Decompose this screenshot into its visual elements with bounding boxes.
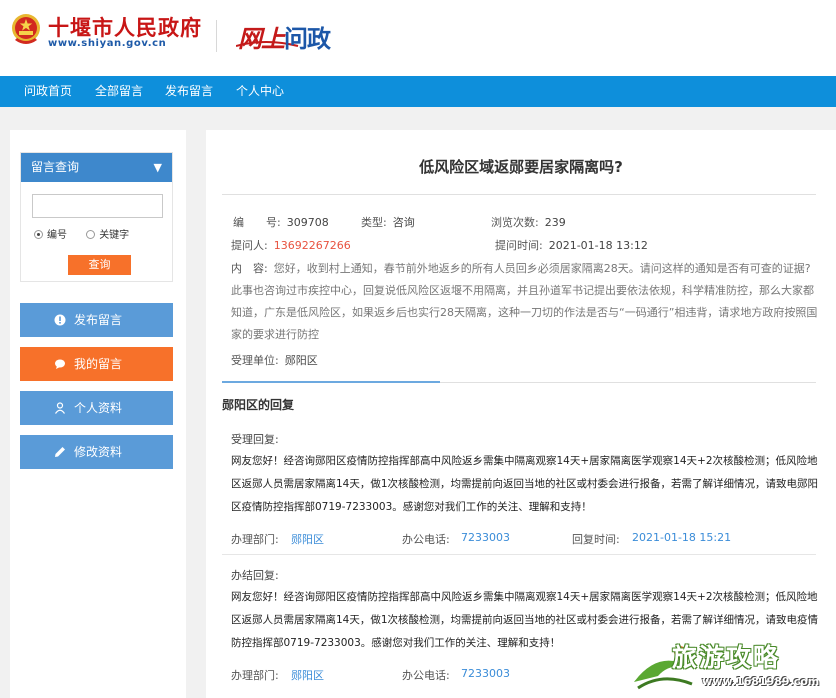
title-divider — [222, 194, 816, 195]
nav-home[interactable]: 问政首页 — [24, 76, 72, 107]
final-dept-label: 办理部门: — [231, 669, 279, 682]
post-message-button[interactable]: 发布留言 — [20, 303, 173, 337]
meta-unit-label: 受理单位: — [231, 354, 279, 367]
nav-post-message[interactable]: 发布留言 — [165, 76, 213, 107]
radio-number[interactable] — [34, 229, 43, 239]
accept-reply-label: 受理回复: — [231, 433, 279, 446]
user-icon — [55, 402, 65, 414]
radio-number-label: 编号 — [47, 230, 67, 241]
query-panel: 留言查询 ▼ 编号 关键字 查询 — [20, 152, 173, 282]
meta-time: 提问时间: 2021-01-18 13:12 — [495, 237, 648, 253]
question-content: 内 容: 您好，收到村上通知，春节前外地返乡的所有人员回乡必须居家隔离28天。请问… — [231, 258, 819, 346]
article-title: 低风险区域返郧要居家隔离吗? — [419, 158, 623, 176]
radio-keyword-label: 关键字 — [99, 230, 130, 241]
meta-views: 浏览次数: 239 — [491, 214, 566, 230]
logo-text-part1: 网上 — [238, 24, 285, 53]
sidebar: 留言查询 ▼ 编号 关键字 查询 发布留言 我的留言 个人资料 修改资料 — [10, 130, 186, 698]
personal-info-button[interactable]: 个人资料 — [20, 391, 173, 425]
query-button[interactable]: 查询 — [68, 255, 131, 275]
chat-bubble-icon — [55, 359, 65, 369]
meta-number-value: 309708 — [286, 216, 329, 229]
search-input[interactable] — [32, 194, 163, 218]
final-phone-value: 7233003 — [461, 667, 510, 680]
exclamation-circle-icon — [54, 314, 66, 326]
wenzheng-logo[interactable]: 网上问政 — [236, 16, 396, 56]
final-reply-label: 办结回复: — [231, 569, 279, 582]
personal-info-label: 个人资料 — [74, 401, 123, 415]
site-header: 十堰市人民政府 www.shiyan.gov.cn 网上问政 — [0, 0, 836, 76]
meta-number-label: 编 号: — [233, 216, 281, 229]
pencil-icon — [55, 447, 65, 457]
meta-unit-value: 郧阳区 — [284, 354, 318, 367]
watermark: 旅游攻略 www.1681989.com — [628, 632, 836, 698]
meta-views-label: 浏览次数: — [491, 216, 539, 229]
final-dept-value[interactable]: 郧阳区 — [291, 667, 324, 683]
radio-keyword[interactable] — [86, 229, 96, 239]
accept-reply-footer: 办理部门: 郧阳区 办公电话: 7233003 回复时间: 2021-01-18… — [231, 531, 821, 555]
logo-text: 网上问政 — [238, 19, 331, 54]
meta-time-value: 2021-01-18 13:12 — [548, 239, 648, 252]
edit-profile-label: 修改资料 — [74, 445, 123, 459]
meta-asker-value: 13692267266 — [273, 239, 351, 252]
logo-text-part2: 问政 — [284, 24, 331, 53]
meta-asker-label: 提问人: — [231, 239, 268, 252]
main-nav: 问政首页 全部留言 发布留言 个人中心 — [0, 76, 836, 107]
watermark-text: 旅游攻略 — [672, 643, 781, 672]
nav-all-messages[interactable]: 全部留言 — [95, 76, 143, 107]
my-messages-button[interactable]: 我的留言 — [20, 347, 173, 381]
final-phone-label: 办公电话: — [402, 669, 450, 682]
meta-views-value: 239 — [544, 216, 566, 229]
reply-section-title[interactable]: 郧阳区的回复 — [222, 396, 294, 413]
accept-phone-value: 7233003 — [461, 531, 510, 544]
query-title: 留言查询 — [31, 160, 80, 174]
reply-tab-indicator — [222, 381, 440, 383]
nav-personal-center[interactable]: 个人中心 — [236, 76, 284, 107]
content-label: 内 容: — [231, 262, 268, 275]
meta-asker: 提问人: 13692267266 — [231, 237, 351, 253]
meta-type: 类型: 咨询 — [361, 214, 415, 230]
meta-type-value: 咨询 — [392, 216, 415, 229]
meta-type-label: 类型: — [361, 216, 387, 229]
meta-number: 编 号: 309708 — [233, 214, 329, 230]
query-panel-header[interactable]: 留言查询 ▼ — [21, 153, 172, 182]
accept-time-label: 回复时间: — [572, 533, 620, 546]
post-message-label: 发布留言 — [74, 313, 123, 327]
site-url: www.shiyan.gov.cn — [48, 38, 167, 49]
accept-reply-body: 网友您好！经咨询郧阳区疫情防控指挥部高中风险返乡需集中隔离观察14天+居家隔离医… — [231, 455, 819, 513]
watermark-url: www.1681989.com — [702, 675, 820, 688]
my-messages-label: 我的留言 — [74, 357, 123, 371]
main-content: 低风险区域返郧要居家隔离吗? 编 号: 309708 类型: 咨询 浏览次数: 239… — [206, 130, 836, 698]
accept-dept-label: 办理部门: — [231, 533, 279, 546]
search-mode-radios: 编号 关键字 — [34, 226, 129, 241]
accept-phone-label: 办公电话: — [402, 533, 450, 546]
meta-time-label: 提问时间: — [495, 239, 543, 252]
accept-time-value: 2021-01-18 15:21 — [632, 531, 732, 544]
national-emblem-icon — [12, 14, 40, 44]
caret-down-icon: ▼ — [153, 161, 162, 174]
reply-separator — [222, 554, 816, 555]
edit-profile-button[interactable]: 修改资料 — [20, 435, 173, 469]
meta-unit: 受理单位: 郧阳区 — [231, 352, 318, 368]
accept-dept-value[interactable]: 郧阳区 — [291, 531, 324, 547]
header-divider — [216, 20, 217, 52]
content-body: 您好，收到村上通知，春节前外地返乡的所有人员回乡必须居家隔离28天。请问这样的通… — [231, 262, 818, 341]
